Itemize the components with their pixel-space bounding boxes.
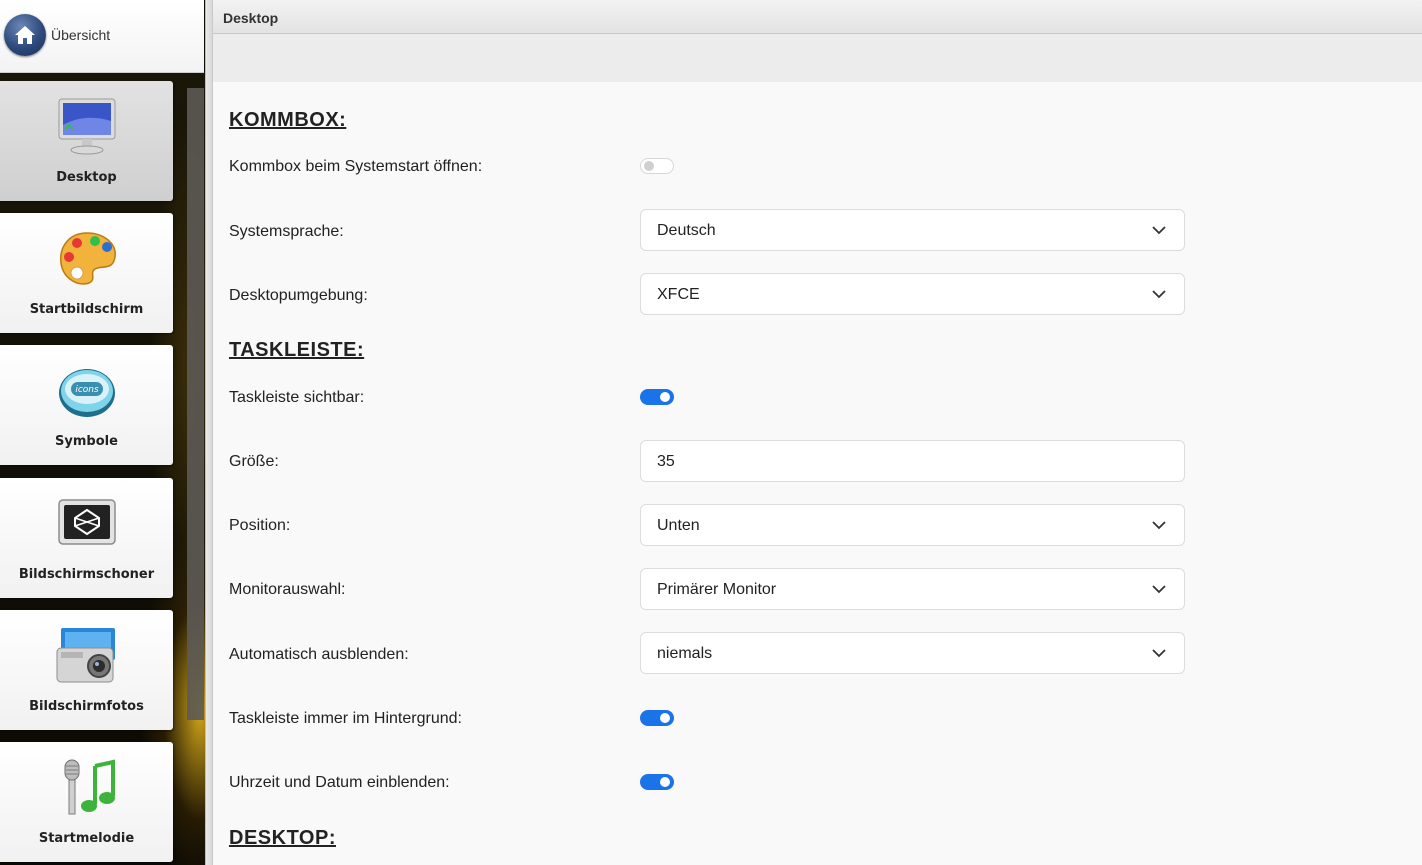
home-icon[interactable] <box>4 14 46 56</box>
desktop-env-label: Desktopumgebung: <box>229 287 368 304</box>
sidebar-item-bildschirmfotos[interactable]: Bildschirmfotos <box>0 610 173 730</box>
open-on-start-toggle[interactable] <box>640 158 674 174</box>
sidebar-item-startbildschirm[interactable]: Startbildschirm <box>0 213 173 333</box>
open-on-start-label: Kommbox beim Systemstart öffnen: <box>229 158 483 175</box>
sidebar-item-label: Symbole <box>55 434 118 449</box>
language-value: Deutsch <box>657 222 716 239</box>
chevron-down-icon <box>1152 521 1166 530</box>
screensaver-icon <box>57 499 116 545</box>
sidebar-item-startmelodie[interactable]: Startmelodie <box>0 742 173 862</box>
language-select[interactable]: Deutsch <box>640 209 1185 251</box>
autohide-select[interactable]: niemals <box>640 632 1185 674</box>
sidebar-item-label: Startbildschirm <box>29 302 144 317</box>
monitor-value: Primärer Monitor <box>657 581 777 598</box>
camera-icon <box>56 628 115 683</box>
paint-palette-icon <box>59 232 116 285</box>
sidebar-item-symbole[interactable]: icons Symbole <box>0 345 173 465</box>
section-heading-desktop: DESKTOP: <box>229 827 336 849</box>
section-heading-kommbox: KOMMBOX: <box>229 109 347 131</box>
taskbar-size-value: 35 <box>657 453 675 470</box>
overview-label: Übersicht <box>51 27 111 43</box>
language-label: Systemsprache: <box>229 223 344 240</box>
toolbar-strip <box>213 34 1422 82</box>
chevron-down-icon <box>1152 226 1166 235</box>
sidebar-item-desktop[interactable]: Desktop <box>0 81 173 201</box>
monitor-label: Monitorauswahl: <box>229 581 346 598</box>
desktop-env-value: XFCE <box>657 286 700 303</box>
chevron-down-icon <box>1152 290 1166 299</box>
chevron-down-icon <box>1152 649 1166 658</box>
sidebar-scrollbar[interactable] <box>187 88 204 720</box>
overview-link[interactable]: Übersicht <box>0 0 204 73</box>
sidebar: Übersicht Desktop Startbildschirm icons … <box>0 0 205 865</box>
desktop-env-select[interactable]: XFCE <box>640 273 1185 315</box>
taskbar-size-label: Größe: <box>229 453 279 470</box>
svg-text:icons: icons <box>75 385 99 395</box>
chevron-down-icon <box>1152 585 1166 594</box>
icons-badge-icon: icons <box>58 369 115 417</box>
microphone-music-icon <box>64 759 115 815</box>
main-panel: Desktop KOMMBOX: Kommbox beim Systemstar… <box>213 0 1422 865</box>
sidebar-item-label: Startmelodie <box>38 831 135 846</box>
sidebar-item-bildschirmschoner[interactable]: Bildschirmschoner <box>0 478 173 598</box>
panel-divider[interactable] <box>205 0 213 865</box>
page-title: Desktop <box>223 10 279 26</box>
monitor-icon <box>58 98 115 155</box>
taskbar-background-toggle[interactable] <box>640 710 674 726</box>
taskbar-size-field[interactable]: 35 <box>640 440 1185 482</box>
section-heading-taskleiste: TASKLEISTE: <box>229 339 365 361</box>
taskbar-background-label: Taskleiste immer im Hintergrund: <box>229 710 462 727</box>
clock-label: Uhrzeit und Datum einblenden: <box>229 774 450 791</box>
taskbar-position-select[interactable]: Unten <box>640 504 1185 546</box>
taskbar-visible-toggle[interactable] <box>640 389 674 405</box>
taskbar-visible-label: Taskleiste sichtbar: <box>229 389 365 406</box>
title-bar: Desktop <box>213 0 1422 34</box>
autohide-label: Automatisch ausblenden: <box>229 646 409 663</box>
monitor-select[interactable]: Primärer Monitor <box>640 568 1185 610</box>
clock-toggle[interactable] <box>640 774 674 790</box>
autohide-value: niemals <box>657 645 713 662</box>
sidebar-item-label: Bildschirmschoner <box>18 567 155 582</box>
taskbar-position-value: Unten <box>657 517 700 534</box>
sidebar-item-label: Bildschirmfotos <box>29 699 144 714</box>
sidebar-item-label: Desktop <box>56 170 117 185</box>
taskbar-position-label: Position: <box>229 517 291 534</box>
